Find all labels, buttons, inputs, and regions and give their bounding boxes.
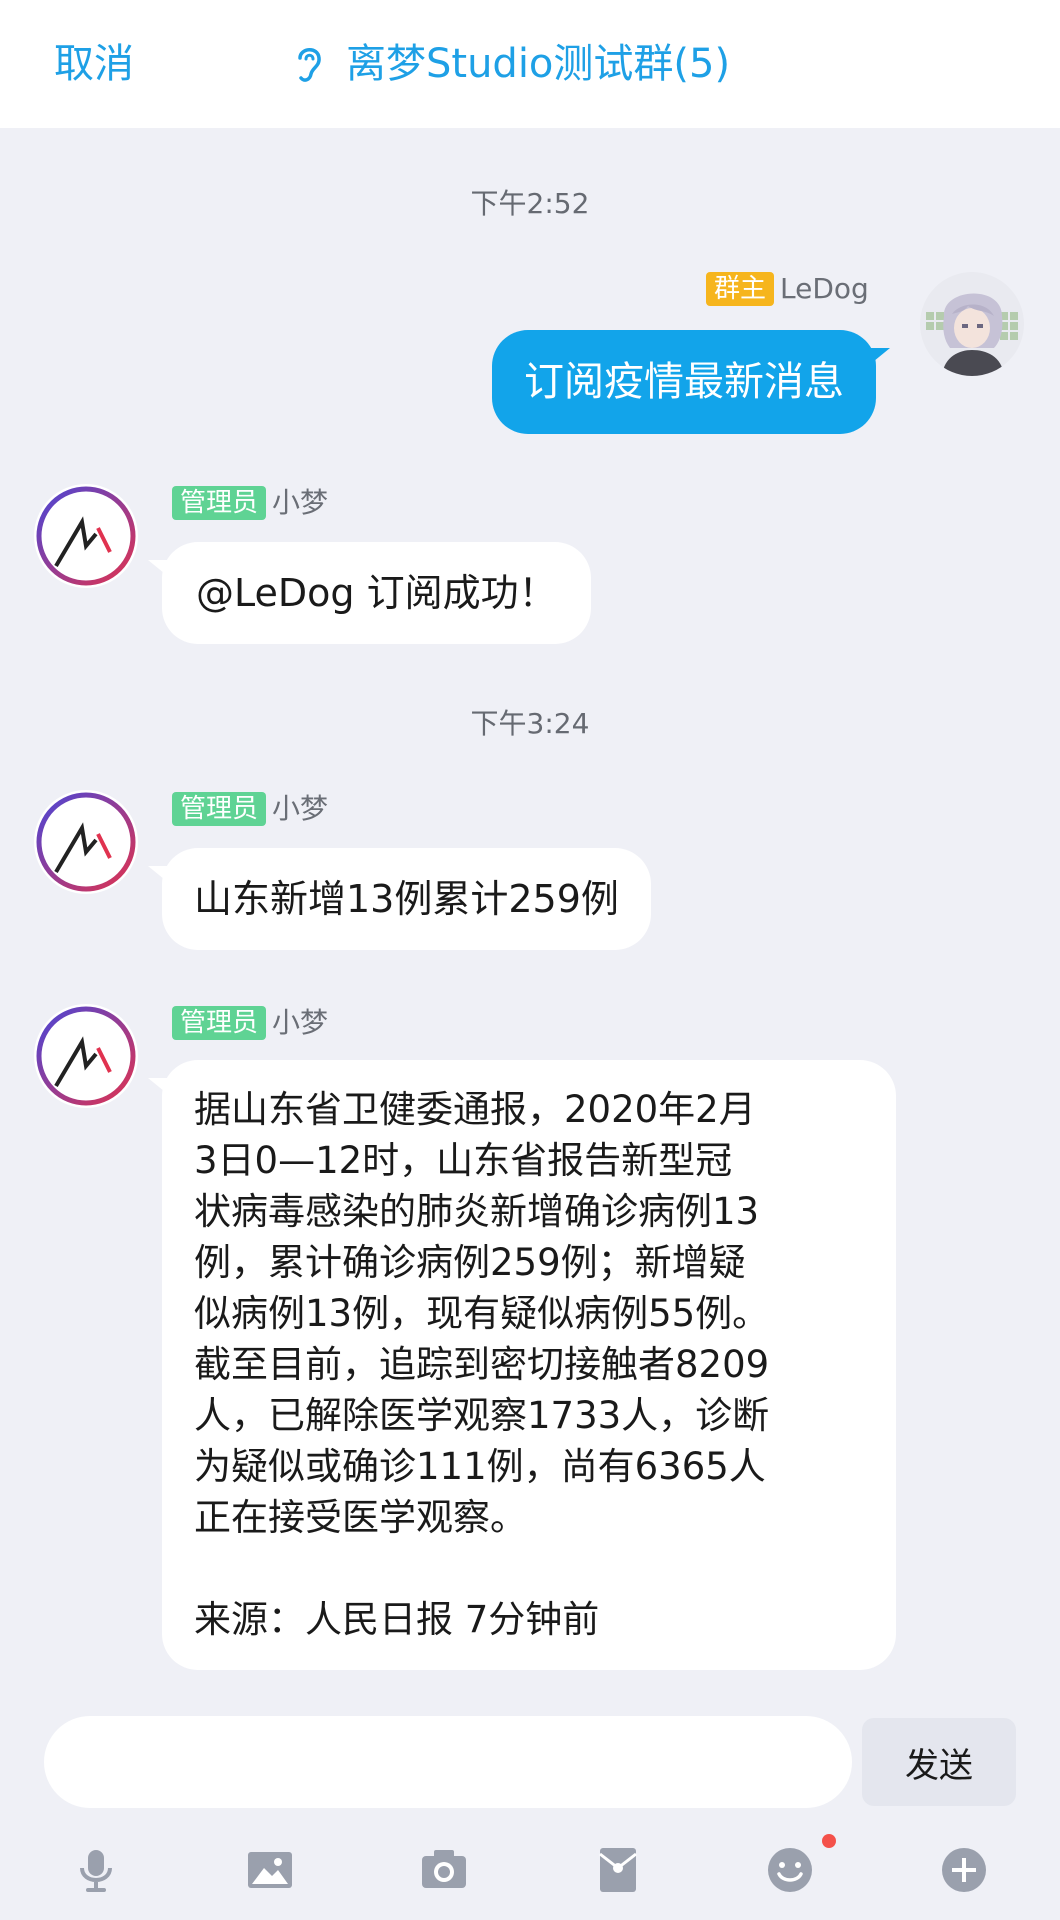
send-button[interactable]: 发送: [862, 1718, 1016, 1806]
plus-icon[interactable]: [936, 1842, 992, 1898]
sender-row: 管理员 小梦: [172, 1006, 328, 1040]
admin-badge: 管理员: [172, 1006, 267, 1040]
message-line: 状病毒感染的肺炎新增确诊病例13: [194, 1190, 760, 1233]
message-composer: 发送: [0, 1700, 1060, 1920]
emoji-icon[interactable]: [762, 1842, 818, 1898]
image-icon[interactable]: [242, 1842, 298, 1898]
message-line: 截至目前，追踪到密切接触者8209: [194, 1343, 770, 1386]
message-line: 正在接受医学观察。: [194, 1496, 527, 1539]
message-line: 人，已解除医学观察1733人，诊断: [194, 1394, 770, 1437]
chat-title-area[interactable]: 离梦Studio测试群(5): [292, 36, 730, 92]
chat-title: 离梦Studio测试群(5): [346, 41, 731, 87]
sender-name: 小梦: [272, 486, 329, 519]
bot-avatar[interactable]: [34, 484, 138, 588]
message-line: 例，累计确诊病例259例；新增疑: [194, 1241, 746, 1284]
sender-row: 群主 LeDog: [706, 272, 869, 306]
timestamp: 下午3:24: [470, 707, 590, 740]
bot-logo-icon: [36, 792, 136, 892]
avatar-image: [920, 272, 1024, 376]
chat-header: 取消 离梦Studio测试群(5): [0, 0, 1060, 128]
bot-avatar[interactable]: [34, 1004, 138, 1108]
admin-badge: 管理员: [172, 486, 267, 520]
ear-icon: [298, 48, 321, 82]
message-line: 据山东省卫健委通报，2020年2月: [194, 1088, 756, 1131]
bot-avatar[interactable]: [34, 790, 138, 894]
red-packet-icon[interactable]: [590, 1842, 646, 1898]
sender-name: 小梦: [272, 1006, 329, 1039]
message-input[interactable]: [44, 1716, 852, 1808]
message-line: 为疑似或确诊111例，尚有6365人: [194, 1445, 766, 1488]
bot-logo-icon: [36, 1006, 136, 1106]
sender-row: 管理员 小梦: [172, 792, 328, 826]
sender-name: 小梦: [272, 792, 329, 825]
outgoing-message-bubble[interactable]: 订阅疫情最新消息: [492, 330, 890, 434]
message-text: @LeDog 订阅成功！: [196, 571, 557, 615]
message-text: 山东新增13例累计259例: [194, 877, 619, 921]
sender-row: 管理员 小梦: [172, 486, 328, 520]
message-text: 订阅疫情最新消息: [524, 359, 844, 405]
user-avatar[interactable]: [920, 272, 1024, 376]
owner-badge: 群主: [706, 272, 775, 306]
message-line: 似病例13例，现有疑似病例55例。: [194, 1292, 770, 1335]
bot-logo-icon: [36, 486, 136, 586]
notification-dot: [822, 1834, 836, 1848]
cancel-button[interactable]: 取消: [54, 36, 134, 92]
incoming-message-bubble[interactable]: @LeDog 订阅成功！: [148, 542, 591, 644]
timestamp: 下午2:52: [470, 187, 590, 220]
message-source-line: 来源：人民日报 7分钟前: [194, 1598, 600, 1641]
camera-icon[interactable]: [416, 1842, 472, 1898]
message-line: 3日0—12时，山东省报告新型冠: [194, 1139, 733, 1182]
admin-badge: 管理员: [172, 792, 267, 826]
incoming-message-bubble[interactable]: 据山东省卫健委通报，2020年2月 3日0—12时，山东省报告新型冠 状病毒感染…: [148, 1060, 896, 1670]
sender-name: LeDog: [780, 272, 869, 305]
incoming-message-bubble[interactable]: 山东新增13例累计259例: [148, 848, 651, 950]
microphone-icon[interactable]: [68, 1842, 124, 1898]
